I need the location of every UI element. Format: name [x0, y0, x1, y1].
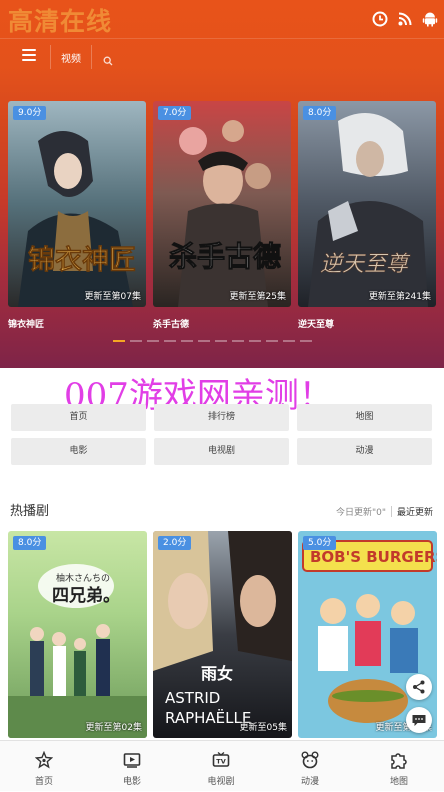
bottom-nav-tv[interactable]: TV 电视剧: [177, 741, 265, 792]
svg-text:柚木さんちの: 柚木さんちの: [56, 572, 110, 584]
tab-today-updates[interactable]: 今日更新"0": [336, 505, 386, 518]
svg-text:RAPHAËLLE: RAPHAËLLE: [165, 708, 251, 727]
svg-text:BOB'S BURGERS: BOB'S BURGERS: [310, 548, 437, 566]
search-icon[interactable]: [103, 51, 113, 66]
category-button-ranking[interactable]: 排行榜: [154, 404, 289, 431]
poster-image: 雨女 ASTRID RAPHAËLLE: [153, 531, 292, 738]
svg-text:TV: TV: [216, 758, 225, 766]
nav-divider: [91, 45, 92, 69]
card-title[interactable]: 杀手古德: [153, 317, 189, 330]
section-title: 热播剧: [10, 504, 50, 519]
score-badge: 7.0分: [158, 106, 192, 120]
poster-image: 锦衣神匠: [8, 101, 146, 307]
category-button-home[interactable]: 首页: [11, 404, 146, 431]
svg-text:四兄弟。: 四兄弟。: [52, 585, 120, 606]
card-title[interactable]: 锦衣神匠: [8, 317, 44, 330]
category-button-tv[interactable]: 电视剧: [154, 438, 289, 465]
carousel-dot[interactable]: [232, 340, 244, 342]
update-label: 更新至第07集: [84, 292, 141, 302]
update-label: 更新至05集: [239, 723, 287, 733]
carousel-card[interactable]: 锦衣神匠 9.0分 更新至第07集: [8, 101, 146, 307]
bottom-nav-map[interactable]: 地图: [355, 741, 443, 792]
score-badge: 9.0分: [13, 106, 47, 120]
score-badge: 8.0分: [13, 536, 47, 550]
poster-image: 柚木さんちの 四兄弟。: [8, 531, 147, 738]
message-icon: [412, 715, 426, 726]
bottom-nav-label: 电影: [122, 777, 141, 787]
home-icon: [35, 751, 53, 769]
poster-card[interactable]: 雨女 ASTRID RAPHAËLLE 2.0分 更新至05集: [153, 531, 292, 738]
svg-text:ASTRID: ASTRID: [165, 689, 220, 707]
carousel-dot[interactable]: [249, 340, 261, 342]
carousel-dot[interactable]: [181, 340, 193, 342]
share-button[interactable]: [406, 674, 432, 700]
tab-recent-updates[interactable]: 最近更新: [397, 505, 433, 518]
svg-text:逆天至尊: 逆天至尊: [320, 252, 411, 277]
map-icon: [391, 753, 407, 769]
category-button-movie[interactable]: 电影: [11, 438, 146, 465]
share-icon: [413, 680, 425, 694]
carousel-dot[interactable]: [164, 340, 176, 342]
rss-icon[interactable]: [397, 11, 413, 27]
message-button[interactable]: [406, 707, 432, 733]
svg-text:锦衣神匠: 锦衣神匠: [28, 244, 136, 276]
app-logo: 高清在线: [8, 7, 113, 36]
bottom-nav-label: 动漫: [300, 777, 319, 787]
poster-image: 杀手古德: [153, 101, 291, 307]
android-icon[interactable]: [422, 11, 438, 27]
category-button-anime[interactable]: 动漫: [297, 438, 432, 465]
carousel-indicator[interactable]: [113, 340, 312, 342]
nav-divider: [50, 45, 51, 69]
carousel-dot[interactable]: [130, 340, 142, 342]
score-badge: 5.0分: [303, 536, 337, 550]
clock-icon[interactable]: [372, 11, 388, 27]
app-header: 高清在线: [0, 0, 444, 40]
carousel-dot[interactable]: [283, 340, 295, 342]
hero-banner: 高清在线 视频 锦衣神匠 9.0分 更新至第07集 锦衣神匠 杀手古德 7.0分…: [0, 0, 444, 368]
bottom-nav-home[interactable]: 首页: [0, 741, 88, 792]
tv-icon: TV: [212, 751, 230, 767]
update-label: 更新至第241集: [368, 292, 431, 302]
carousel-dot[interactable]: [147, 340, 159, 342]
update-label: 更新至第25集: [229, 292, 286, 302]
category-button-map[interactable]: 地图: [297, 404, 432, 431]
bottom-nav-movie[interactable]: 电影: [88, 741, 176, 792]
update-label: 更新至第02集: [85, 723, 142, 733]
carousel-card[interactable]: 杀手古德 7.0分 更新至第25集: [153, 101, 291, 307]
bottom-nav-anime[interactable]: 动漫: [266, 741, 354, 792]
score-badge: 2.0分: [158, 536, 192, 550]
anime-icon: [301, 751, 319, 769]
poster-image: 逆天至尊: [298, 101, 436, 307]
score-badge: 8.0分: [303, 106, 337, 120]
svg-text:杀手古德: 杀手古德: [169, 240, 281, 273]
card-title[interactable]: 逆天至尊: [298, 317, 334, 330]
carousel-card[interactable]: 逆天至尊 8.0分 更新至第241集: [298, 101, 436, 307]
svg-text:雨女: 雨女: [201, 664, 233, 683]
bottom-nav-label: 电视剧: [207, 777, 235, 787]
tab-divider: [390, 506, 392, 517]
tab-video[interactable]: 视频: [61, 50, 81, 65]
menu-icon[interactable]: [22, 49, 36, 63]
movie-icon: [123, 753, 141, 768]
poster-card[interactable]: 柚木さんちの 四兄弟。 8.0分 更新至第02集: [8, 531, 147, 738]
carousel-dot[interactable]: [215, 340, 227, 342]
bottom-nav-label: 首页: [34, 777, 53, 787]
bottom-nav-label: 地图: [389, 777, 408, 787]
nav-bar: 视频: [0, 39, 444, 75]
bottom-nav: 首页 电影 TV 电视剧 动漫 地图: [0, 740, 444, 791]
carousel-dot[interactable]: [300, 340, 312, 342]
carousel-dot[interactable]: [113, 340, 125, 342]
carousel-dot[interactable]: [198, 340, 210, 342]
section-tabs: 今日更新"0" 最近更新: [336, 505, 433, 518]
carousel-dot[interactable]: [266, 340, 278, 342]
